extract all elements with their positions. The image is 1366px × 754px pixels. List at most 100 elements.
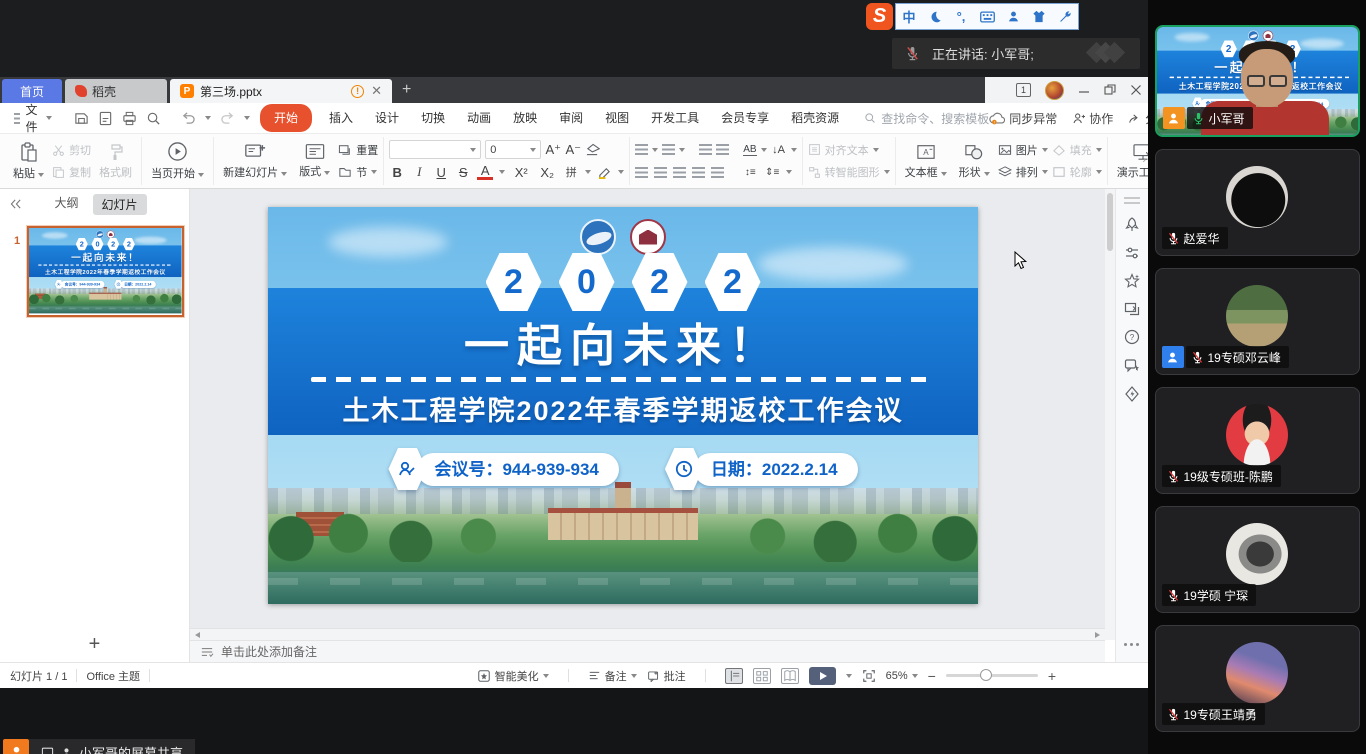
ribbon-tab-transition[interactable]: 切换 bbox=[410, 107, 456, 129]
restore-button[interactable] bbox=[1104, 84, 1116, 96]
copy-button[interactable]: 复制 bbox=[52, 162, 91, 182]
slide-layout-button[interactable]: 版式 bbox=[295, 143, 334, 179]
strikethrough-button[interactable]: S bbox=[455, 165, 471, 180]
zoom-slider[interactable] bbox=[946, 674, 1038, 677]
line-spacing-button[interactable]: ↕≡ bbox=[742, 167, 758, 178]
play-from-current-button[interactable]: 当页开始 bbox=[147, 141, 208, 181]
participant-tile[interactable]: 19专硕邓云峰 bbox=[1155, 268, 1360, 375]
sogou-logo-icon[interactable]: S bbox=[866, 3, 893, 30]
distribute-button[interactable] bbox=[711, 167, 724, 178]
reset-button[interactable]: 重置 bbox=[338, 140, 378, 160]
slide-thumbnail[interactable]: 2 0 2 2 一起向未来！ 土木工程学院2022年春季学期返校工作会议 会议号… bbox=[27, 226, 184, 317]
text-direction-button[interactable]: ↓A bbox=[771, 144, 787, 156]
numbering-button[interactable] bbox=[662, 144, 675, 155]
flash-assistant-icon[interactable] bbox=[1124, 386, 1140, 402]
justify-button[interactable] bbox=[692, 167, 705, 178]
duplicate-slides-icon[interactable] bbox=[1124, 302, 1140, 316]
doc-warning-icon[interactable]: ! bbox=[351, 85, 364, 98]
skin-shirt-icon[interactable] bbox=[1026, 4, 1052, 29]
participant-tile[interactable]: 19学硕 宁琛 bbox=[1155, 506, 1360, 613]
underline-button[interactable]: U bbox=[433, 165, 449, 180]
zoom-slider-knob[interactable] bbox=[980, 669, 992, 681]
add-slide-button[interactable]: + bbox=[0, 633, 189, 656]
notes-toggle-button[interactable]: 备注 bbox=[588, 668, 637, 684]
sogou-account-icon[interactable] bbox=[1000, 4, 1026, 29]
participant-tile[interactable]: 2 0 2 2 一起向未来！ 土木工程学院2022年春季学期返校工作会议 会议号… bbox=[1155, 25, 1360, 137]
undo-dropdown-icon[interactable] bbox=[205, 116, 211, 120]
arrange-button[interactable]: 排列 bbox=[998, 162, 1048, 182]
input-method-toolbar[interactable]: S 中 °, bbox=[866, 3, 1079, 30]
fullhalf-moon-icon[interactable] bbox=[922, 4, 948, 29]
participant-tile[interactable]: 赵爱华 bbox=[1155, 149, 1360, 256]
slide-sorter-view-button[interactable] bbox=[753, 668, 771, 684]
screen-share-indicator[interactable]: 小军哥的屏幕共享 bbox=[3, 739, 195, 754]
tab-document[interactable]: P 第三场.pptx ! ✕ bbox=[170, 79, 392, 103]
ribbon-tab-view[interactable]: 视图 bbox=[594, 107, 640, 129]
highlight-button[interactable] bbox=[597, 166, 612, 179]
shape-fill-button[interactable]: 填充 bbox=[1052, 140, 1102, 160]
more-options-icon[interactable] bbox=[1124, 643, 1139, 646]
zoom-level[interactable]: 65% bbox=[886, 670, 918, 682]
chinese-mode-toggle[interactable]: 中 bbox=[896, 4, 922, 29]
ribbon-tab-docer-res[interactable]: 稻壳资源 bbox=[780, 107, 850, 129]
ribbon-tab-devtools[interactable]: 开发工具 bbox=[640, 107, 710, 129]
comments-button[interactable]: 批注 bbox=[647, 668, 686, 684]
scroll-left-icon[interactable] bbox=[195, 632, 200, 638]
font-size-combo[interactable]: 0 bbox=[485, 140, 541, 159]
punctuation-toggle[interactable]: °, bbox=[948, 4, 974, 29]
increase-font-button[interactable]: A⁺ bbox=[545, 142, 561, 158]
editing-canvas[interactable]: 2 0 2 2 一起向未来！ 土木工程学院2022年春季学期返校工作会议 会议号… bbox=[190, 189, 1105, 640]
font-color-button[interactable]: A bbox=[477, 165, 493, 180]
paste-button[interactable]: 粘贴 bbox=[9, 142, 48, 181]
minimize-button[interactable] bbox=[1078, 84, 1090, 96]
normal-view-button[interactable] bbox=[725, 668, 743, 684]
window-switch-icon[interactable]: 1 bbox=[1016, 83, 1031, 97]
align-text-button[interactable]: 对齐文本 bbox=[808, 140, 890, 160]
textbox-button[interactable]: A 文本框 bbox=[901, 143, 951, 180]
ribbon-tab-member[interactable]: 会员专享 bbox=[710, 107, 780, 129]
font-name-combo[interactable] bbox=[389, 140, 481, 159]
ribbon-tab-review[interactable]: 审阅 bbox=[548, 107, 594, 129]
help-icon[interactable]: ? bbox=[1124, 329, 1140, 345]
bold-button[interactable]: B bbox=[389, 165, 405, 180]
theme-name[interactable]: Office 主题 bbox=[86, 668, 140, 684]
command-search[interactable]: 查找命令、搜索模板 bbox=[864, 110, 989, 127]
ribbon-overflow-icon[interactable]: › bbox=[1142, 154, 1146, 166]
participant-tile[interactable]: 19专硕王靖勇 bbox=[1155, 625, 1360, 732]
bullets-button[interactable] bbox=[635, 144, 648, 155]
feedback-icon[interactable] bbox=[1124, 358, 1140, 373]
tab-home[interactable]: 首页 bbox=[2, 79, 62, 103]
properties-sliders-icon[interactable] bbox=[1124, 246, 1140, 260]
align-right-button[interactable] bbox=[673, 167, 686, 178]
zoom-out-button[interactable]: − bbox=[928, 668, 936, 684]
print-preview-button[interactable] bbox=[146, 111, 161, 126]
notes-bar[interactable]: 单击此处添加备注 bbox=[190, 640, 1105, 662]
drag-handle-icon[interactable] bbox=[1124, 197, 1140, 204]
decrease-indent-button[interactable] bbox=[699, 144, 712, 155]
ribbon-tab-start[interactable]: 开始 bbox=[260, 104, 312, 132]
zoom-in-button[interactable]: + bbox=[1048, 668, 1056, 684]
ribbon-tab-insert[interactable]: 插入 bbox=[318, 107, 364, 129]
section-button[interactable]: 节 bbox=[338, 162, 378, 182]
increase-indent-button[interactable] bbox=[716, 144, 729, 155]
shape-outline-button[interactable]: 轮廓 bbox=[1052, 162, 1102, 182]
account-avatar[interactable] bbox=[1045, 81, 1064, 100]
save-button[interactable] bbox=[74, 111, 89, 126]
align-left-button[interactable] bbox=[635, 167, 648, 178]
smart-beautify-button[interactable]: 智能美化 bbox=[477, 668, 549, 684]
cut-button[interactable]: 剪切 bbox=[52, 140, 91, 160]
export-pdf-button[interactable] bbox=[98, 111, 113, 126]
shapes-button[interactable]: 形状 bbox=[955, 143, 994, 180]
collaborate-button[interactable]: 协作 bbox=[1072, 110, 1113, 127]
reading-view-button[interactable] bbox=[781, 668, 799, 684]
collapse-panel-icon[interactable] bbox=[10, 199, 22, 209]
print-button[interactable] bbox=[122, 111, 137, 126]
char-spacing-button[interactable]: AB bbox=[743, 144, 756, 156]
soft-keyboard-icon[interactable] bbox=[974, 4, 1000, 29]
rocket-quick-tools-icon[interactable] bbox=[1124, 217, 1140, 233]
outline-tab[interactable]: 大纲 bbox=[54, 194, 78, 215]
tab-docer[interactable]: 稻壳 bbox=[65, 79, 167, 103]
decrease-font-button[interactable]: A⁻ bbox=[565, 142, 581, 158]
beautify-star-icon[interactable] bbox=[1124, 273, 1140, 289]
format-painter-button[interactable]: 格式刷 bbox=[95, 143, 136, 180]
